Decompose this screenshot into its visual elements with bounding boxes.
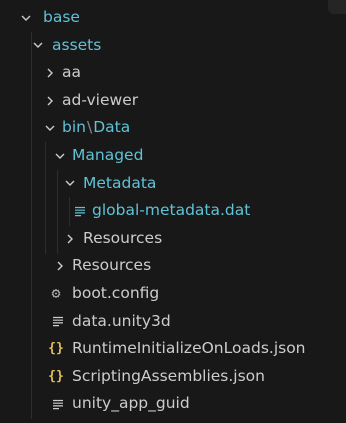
chevron-down-icon[interactable] bbox=[52, 142, 68, 170]
tree-item-ad-viewer[interactable]: ad-viewer bbox=[0, 87, 346, 115]
tree-item-label: RuntimeInitializeOnLoads.json bbox=[72, 339, 306, 358]
tree-item-label: aa bbox=[62, 63, 81, 82]
tree-item-runtime-initialize-on-loads-json[interactable]: {} RuntimeInitializeOnLoads.json bbox=[0, 335, 346, 363]
chevron-down-icon[interactable] bbox=[42, 114, 58, 142]
tree-item-label: data.unity3d bbox=[72, 311, 171, 330]
tree-item-managed[interactable]: Managed bbox=[0, 142, 346, 170]
tree-item-base[interactable]: base bbox=[0, 4, 346, 32]
tree-item-aa[interactable]: aa bbox=[0, 59, 346, 87]
tree-item-label: Metadata bbox=[83, 173, 157, 192]
tree-item-assets[interactable]: assets bbox=[0, 32, 346, 60]
file-explorer-tree: base assets aa ad-viewer bin\Data Manage… bbox=[0, 4, 346, 419]
tree-item-label: unity_app_guid bbox=[72, 394, 190, 413]
tree-item-label: global-metadata.dat bbox=[92, 201, 251, 220]
path-segment-bin[interactable]: bin bbox=[62, 118, 86, 136]
tree-item-resources[interactable]: Resources bbox=[0, 252, 346, 280]
tree-item-resources-inner[interactable]: Resources bbox=[0, 225, 346, 253]
tree-item-label: base bbox=[43, 8, 80, 26]
chevron-right-icon[interactable] bbox=[42, 59, 58, 87]
tree-item-label-compact: bin\Data bbox=[62, 114, 130, 142]
tree-item-label: Managed bbox=[72, 145, 144, 164]
tree-item-bin-data[interactable]: bin\Data bbox=[0, 114, 346, 142]
tree-item-label: ad-viewer bbox=[62, 90, 139, 109]
tree-item-label: ScriptingAssemblies.json bbox=[72, 366, 265, 385]
path-segment-data[interactable]: Data bbox=[93, 118, 130, 136]
json-braces-icon: {} bbox=[48, 341, 64, 357]
tree-item-unity-app-guid[interactable]: unity_app_guid bbox=[0, 390, 346, 418]
tree-item-metadata[interactable]: Metadata bbox=[0, 170, 346, 198]
tree-item-global-metadata-dat[interactable]: global-metadata.dat bbox=[0, 197, 346, 225]
chevron-down-icon[interactable] bbox=[62, 170, 78, 198]
chevron-right-icon[interactable] bbox=[42, 87, 58, 115]
chevron-down-icon[interactable] bbox=[30, 32, 46, 60]
lines-icon bbox=[72, 197, 88, 225]
tree-item-label: Resources bbox=[83, 228, 163, 247]
tree-item-boot-config[interactable]: ⚙ boot.config bbox=[0, 280, 346, 308]
tree-item-label: boot.config bbox=[72, 283, 160, 302]
lines-icon bbox=[50, 308, 66, 336]
tree-item-data-unity3d[interactable]: data.unity3d bbox=[0, 308, 346, 336]
lines-icon bbox=[50, 390, 66, 418]
tree-item-label: assets bbox=[52, 35, 102, 54]
tree-item-label: Resources bbox=[72, 256, 152, 275]
chevron-right-icon[interactable] bbox=[52, 252, 68, 280]
tree-item-scripting-assemblies-json[interactable]: {} ScriptingAssemblies.json bbox=[0, 363, 346, 391]
gear-icon: ⚙ bbox=[51, 283, 61, 302]
chevron-right-icon[interactable] bbox=[62, 225, 78, 253]
json-braces-icon: {} bbox=[48, 368, 64, 384]
chevron-down-icon[interactable] bbox=[18, 4, 34, 32]
